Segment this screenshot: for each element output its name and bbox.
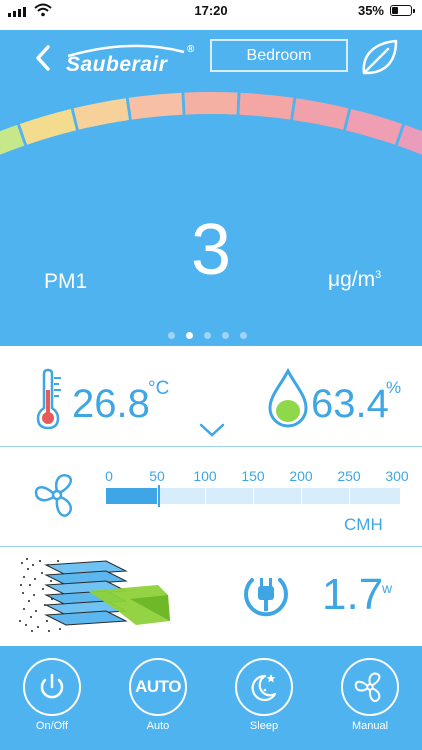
battery-icon <box>390 5 415 16</box>
gauge-segment <box>239 92 294 120</box>
airflow-tick-label: 50 <box>149 468 165 484</box>
airflow-bar[interactable] <box>106 485 400 507</box>
airflow-unit: CMH <box>344 515 383 534</box>
sleep-label: Sleep <box>249 720 279 732</box>
power-plug-icon <box>244 578 288 617</box>
pm-label: PM1 <box>44 270 88 293</box>
power-icon <box>40 673 64 699</box>
pm-gauge <box>0 92 422 155</box>
airflow-bar-divider <box>253 488 254 504</box>
airflow-bar-divider <box>301 488 302 504</box>
airflow-tick-label: 200 <box>289 468 313 484</box>
gauge-segment <box>345 108 403 145</box>
on-off-label: On/Off <box>35 720 69 732</box>
power-unit: w <box>382 580 393 596</box>
thermometer-icon <box>36 368 61 430</box>
auto-icon: AUTO <box>135 677 181 696</box>
filter-icon <box>19 558 170 632</box>
leaf-icon[interactable] <box>358 37 400 77</box>
fan-icon <box>34 474 73 517</box>
gauge-segment <box>128 92 183 120</box>
gauge-segment <box>73 98 129 130</box>
sleep-button[interactable] <box>235 658 293 716</box>
chevron-down-icon[interactable] <box>199 422 225 438</box>
divider <box>0 546 422 547</box>
humidity-value: 63.4 <box>311 382 389 426</box>
page-dot[interactable] <box>204 332 211 339</box>
humidity-drop-icon <box>268 368 308 428</box>
auto-button[interactable]: AUTO <box>129 658 187 716</box>
divider <box>0 446 422 447</box>
gauge-segment <box>184 92 238 115</box>
humidity-unit: % <box>386 378 402 397</box>
gauge-segment <box>19 108 77 145</box>
manual-label: Manual <box>351 720 389 732</box>
status-bar: 17:20 35% <box>0 0 422 22</box>
page-indicator[interactable] <box>168 332 247 339</box>
pm-unit: μg/m3 <box>328 268 381 292</box>
fan-icon <box>354 672 381 703</box>
airflow-bar-divider <box>349 488 350 504</box>
battery-percent: 35% <box>357 3 384 18</box>
page-dot[interactable] <box>168 332 175 339</box>
brand-logo: Sauberair ® <box>66 44 198 78</box>
gauge-segment <box>397 124 422 155</box>
room-selector[interactable]: Bedroom <box>210 39 348 72</box>
unit-base: μg/m <box>328 268 376 291</box>
page-dot[interactable] <box>222 332 229 339</box>
airflow-tick-label: 300 <box>385 468 409 484</box>
brand-name: Sauberair <box>66 53 168 76</box>
moon-stars-icon <box>251 674 277 702</box>
airflow-bar-divider <box>205 488 206 504</box>
temperature-value: 26.8 <box>72 382 150 426</box>
manual-button[interactable] <box>341 658 399 716</box>
temperature-unit: °C <box>148 378 170 399</box>
airflow-tick-label: 150 <box>241 468 265 484</box>
page-dot[interactable] <box>240 332 247 339</box>
airflow-tick-label: 250 <box>337 468 361 484</box>
gauge-segment <box>293 98 349 130</box>
airflow-tick-label: 100 <box>193 468 217 484</box>
page-dot[interactable] <box>186 332 193 339</box>
on-off-button[interactable] <box>23 658 81 716</box>
registered-mark: ® <box>187 44 195 55</box>
power-value: 1.7 <box>322 570 384 619</box>
chevron-left-icon[interactable] <box>34 44 52 72</box>
gauge-segment <box>0 124 25 155</box>
auto-label: Auto <box>146 720 170 732</box>
pm-value: 3 <box>190 210 232 290</box>
airflow-bar-fill <box>106 488 157 504</box>
airflow-tick-label: 0 <box>105 468 113 484</box>
unit-exponent: 3 <box>375 269 382 281</box>
airflow-bar-marker[interactable] <box>158 485 160 507</box>
